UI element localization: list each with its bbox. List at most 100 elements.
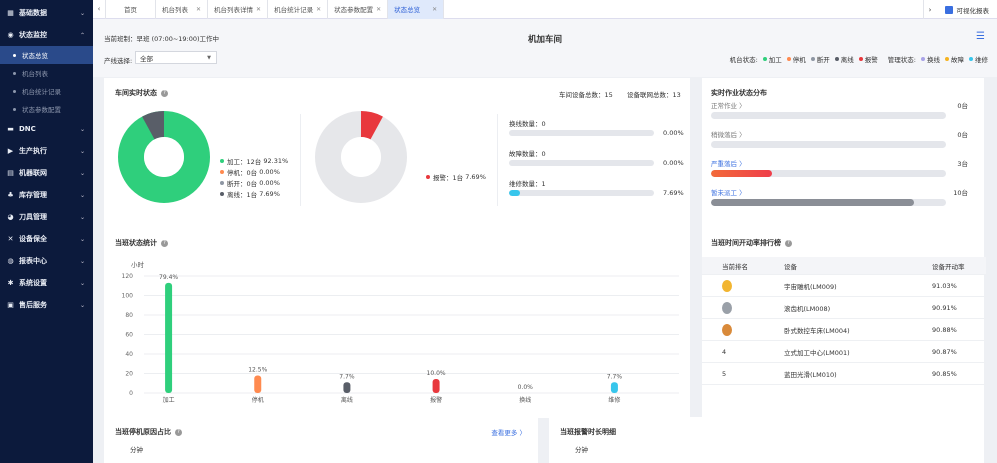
bar-data-label: 0.0% [518,384,534,391]
subnav-label: 机台统计记录 [22,88,61,96]
tab-scroll-left-button[interactable]: ‹ [93,0,106,19]
table-row[interactable]: 4 立式加工中心(LM001) 90.87% [702,341,986,363]
nav-reports[interactable]: ◍ 报表中心 ⌄ [0,250,93,272]
bullet-icon [13,53,16,57]
bar-报警 [432,378,440,393]
chevron-down-icon: ⌄ [79,125,85,133]
chevron-left-icon: ‹ [97,5,101,13]
line-select-value: 全部 [140,54,153,63]
x-tick-label: 加工 [163,396,175,404]
y-axis-unit: 小时 [131,260,145,269]
rank: 4 [722,347,727,356]
nav-tools[interactable]: ◕ 刀具管理 ⌄ [0,206,93,228]
table-row[interactable]: 滚齿机(LM008) 90.91% [702,297,986,319]
divider [497,114,498,206]
tab-label: 机台列表详情 [214,6,254,14]
device-rate: 90.87% [932,347,957,356]
subnav-status-config[interactable]: 状态参数配置 [0,100,93,118]
device-rate: 90.91% [932,303,957,312]
help-icon[interactable]: ? [175,428,182,436]
tab-status-config[interactable]: 状态参数配置 ✕ [328,0,389,19]
tab-label: 状态总览 [394,6,421,14]
nav-label: 售后服务 [19,301,47,309]
bar-data-label: 79.4% [159,274,178,281]
subnav-status-overview[interactable]: 状态总览 [0,46,93,64]
help-icon[interactable]: ? [161,89,168,97]
close-icon[interactable]: ✕ [256,6,261,13]
ranking-table: 当前排名 设备 设备开动率 宇宙雕机(LM009) 91.03% 滚齿机(LM0… [702,257,986,385]
nav-basic-data[interactable]: ▦ 基础数据 ⌄ [0,2,93,24]
nav-inventory[interactable]: ♣ 库存管理 ⌄ [0,184,93,206]
subnav-machine-list[interactable]: 机台列表 [0,64,93,82]
manage-status-label: 管理状态: [887,56,916,64]
close-icon[interactable]: ✕ [196,6,201,13]
panel-title: 当班状态统计? [115,238,168,248]
bar-data-label: 10.0% [427,370,446,377]
bar-fill [711,170,772,177]
nav-maintenance[interactable]: ✕ 设备保全 ⌄ [0,228,93,250]
y-tick-label: 0 [129,390,133,397]
nav-after-sales[interactable]: ▣ 售后服务 ⌄ [0,294,93,316]
unit-label: 分钟 [130,446,143,454]
help-icon[interactable]: ? [785,239,792,247]
visual-report-button[interactable]: 可视化报表 [937,5,997,15]
play-icon: ▶ [7,147,14,155]
bar-data-label: 7.7% [339,373,355,380]
chevron-down-icon: ⌄ [79,301,85,309]
nav-label: DNC [19,125,36,133]
tab-machine-list[interactable]: 机台列表 ✕ [156,0,209,19]
tab-status-overview[interactable]: 状态总览 ✕ [388,0,445,19]
dist-label-unassigned[interactable]: 暂未派工 〉 [711,187,746,197]
close-icon[interactable]: ✕ [316,6,321,13]
table-row[interactable]: 5 蓝田光滑(LM010) 90.85% [702,363,986,385]
chevron-down-icon: ⌄ [79,279,85,287]
subnav-machine-stats[interactable]: 机台统计记录 [0,82,93,100]
fault-pct: 0.00% [663,159,684,167]
bullet-icon [13,71,16,75]
bar-data-label: 7.7% [607,373,623,380]
nav-label: 报表中心 [19,257,47,265]
legend-item: 离线 [834,54,854,64]
tab-label: 首页 [124,6,137,14]
device-name: 蓝田光滑(LM010) [784,370,837,379]
machine-status-label: 机台状态: [729,56,758,64]
help-icon[interactable]: ? [161,239,168,247]
nav-production[interactable]: ▶ 生产执行 ⌄ [0,140,93,162]
dist-bar [711,199,946,206]
repair-count: 维修数量：1 [509,180,546,188]
dist-label-severe[interactable]: 严重落后 〉 [711,158,746,168]
table-row[interactable]: 宇宙雕机(LM009) 91.03% [702,275,986,297]
tab-machine-stats[interactable]: 机台统计记录 ✕ [268,0,329,19]
menu-icon[interactable]: ☰ [976,31,985,42]
total-devices: 车间设备总数：15 [559,91,613,99]
bullet-icon [13,107,16,111]
view-more-link[interactable]: 查看更多 〉 [491,427,526,437]
dist-value: 0台 [957,131,968,139]
tab-scroll-right-button[interactable]: › [922,0,937,19]
tab-home[interactable]: 首页 [106,0,156,19]
changeover-count: 换线数量：0 [509,120,546,128]
legend-dot [834,57,839,61]
close-icon[interactable]: ✕ [376,6,381,13]
nav-settings[interactable]: ✱ 系统设置 ⌄ [0,272,93,294]
tab-machine-detail[interactable]: 机台列表详情 ✕ [208,0,269,19]
shift-stats-chart: 小时 0 20 40 60 80 100 120 79.4% 加工 12.5% 停机 7.7% 离线 10.… [122,260,679,404]
dist-label-normal[interactable]: 正常作业 〉 [711,100,746,110]
x-tick-label: 换线 [519,396,531,404]
nav-machine-network[interactable]: ▤ 机器联网 ⌄ [0,162,93,184]
dist-label-slight[interactable]: 稍微落后 〉 [711,129,746,139]
col-header: 当前排名 [722,262,748,271]
bar-停机 [254,375,262,393]
line-select[interactable]: 全部 ▼ [135,51,217,64]
caret-down-icon: ▼ [207,54,211,61]
nav-dnc[interactable]: ▬ DNC ⌄ [0,118,93,140]
machine-status-donut [118,111,210,203]
alarm-duration-panel: 当班报警时长明细 分钟 [549,417,984,463]
nav-status-monitor[interactable]: ◉ 状态监控 ⌃ [0,24,93,46]
close-icon[interactable]: ✕ [432,6,437,13]
table-row[interactable]: 卧式数控车床(LM004) 90.88% [702,319,986,341]
y-tick-label: 100 [122,293,134,300]
tool-icon: ◕ [7,213,14,221]
legend-dot [921,57,925,61]
subnav-label: 状态总览 [22,52,48,60]
